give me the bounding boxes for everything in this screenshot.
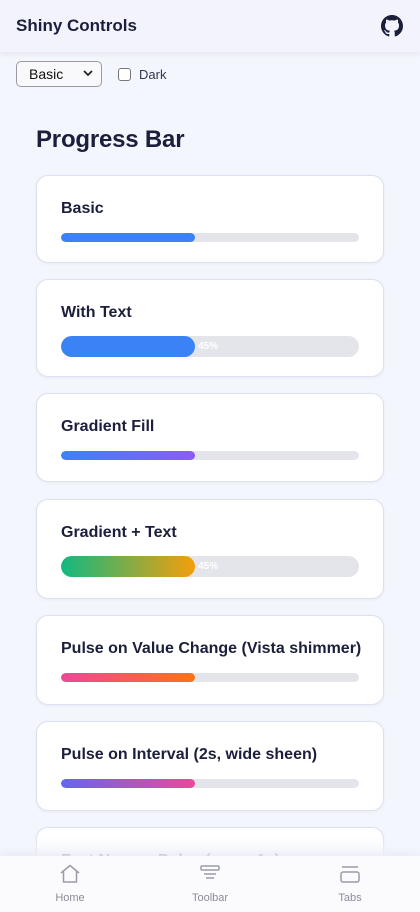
variant-select[interactable]: Basic xyxy=(16,61,102,87)
tabs-icon xyxy=(339,864,361,889)
progress-bar xyxy=(61,451,359,460)
progress-bar: 45% xyxy=(61,336,359,357)
progress-bar-fill xyxy=(61,336,196,357)
progress-bar: 45% xyxy=(61,556,359,577)
progress-bar xyxy=(61,233,359,242)
nav-item-tabs[interactable]: Tabs xyxy=(310,864,390,904)
top-app-bar: Shiny Controls xyxy=(0,0,420,52)
nav-label-tabs: Tabs xyxy=(338,892,362,904)
progress-bar-fill xyxy=(61,673,196,682)
progress-card-label: Pulse on Interval (2s, wide sheen) xyxy=(61,746,318,763)
nav-label-home: Home xyxy=(55,892,85,904)
progress-card-label: With Text xyxy=(61,304,132,321)
bottom-nav: Home Toolbar Tabs xyxy=(0,856,420,912)
app-title: Shiny Controls xyxy=(16,16,137,35)
scroll-fade xyxy=(0,836,420,856)
chevron-down-icon xyxy=(83,69,93,80)
progress-bar xyxy=(61,673,359,682)
progress-card: Pulse on Interval (2s, wide sheen) xyxy=(36,721,384,811)
dark-mode-toggle[interactable]: Dark xyxy=(118,67,166,82)
toolbar-icon xyxy=(199,864,221,889)
progress-card-label: Gradient + Text xyxy=(61,524,177,541)
progress-card-label: Gradient Fill xyxy=(61,418,155,435)
progress-card-label: Pulse on Value Change (Vista shimmer) xyxy=(61,640,362,657)
demo-controls: Basic Dark xyxy=(16,61,166,87)
progress-bar xyxy=(61,779,359,788)
progress-card: Gradient + Text 45% xyxy=(36,499,384,599)
progress-card: Pulse on Value Change (Vista shimmer) xyxy=(36,615,384,705)
progress-card-label: Basic xyxy=(61,200,104,217)
dark-mode-label: Dark xyxy=(139,66,167,82)
progress-bar-text: 45% xyxy=(198,561,219,572)
variant-select-value: Basic xyxy=(29,66,64,82)
progress-card: Basic xyxy=(36,175,384,263)
progress-bar-text: 45% xyxy=(198,341,219,352)
progress-card: With Text 45% xyxy=(36,279,384,377)
progress-bar-fill xyxy=(61,556,196,577)
progress-bar-fill xyxy=(61,233,196,242)
dark-mode-checkbox[interactable] xyxy=(118,67,131,81)
progress-card: Gradient Fill xyxy=(36,393,384,482)
nav-label-toolbar: Toolbar xyxy=(191,892,229,904)
progress-bar-fill xyxy=(61,779,196,788)
progress-bar-fill xyxy=(61,451,196,460)
home-icon xyxy=(59,864,81,889)
nav-item-home[interactable]: Home xyxy=(30,864,110,904)
github-icon[interactable] xyxy=(380,14,404,38)
nav-item-toolbar[interactable]: Toolbar xyxy=(170,864,250,904)
page-title: Progress Bar xyxy=(36,126,185,153)
